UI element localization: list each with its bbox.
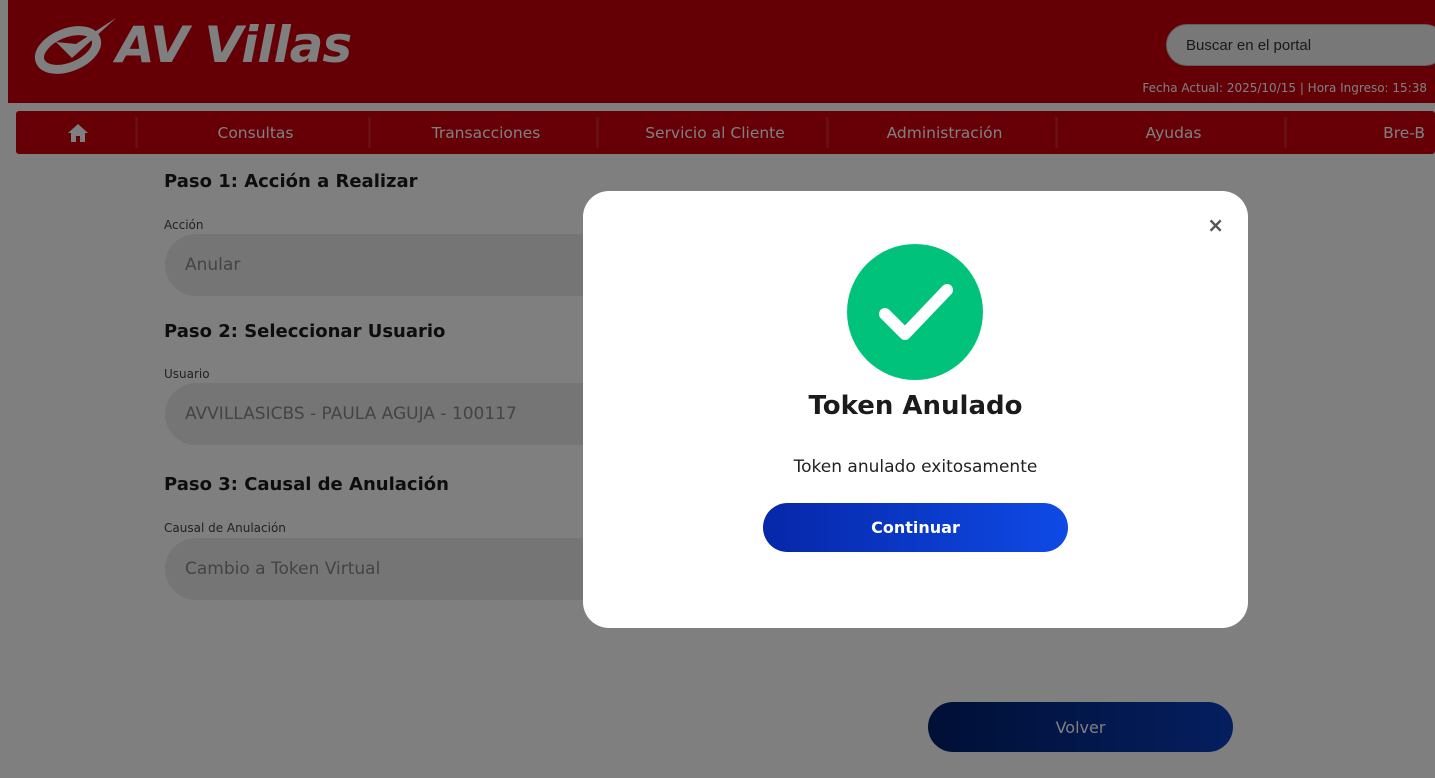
modal-message: Token anulado exitosamente [793,457,1038,477]
continuar-button[interactable]: Continuar [763,503,1068,552]
close-icon[interactable]: × [1207,213,1224,237]
modal-overlay[interactable]: × Token Anulado Token anulado exitosamen… [0,0,1435,778]
success-modal: × Token Anulado Token anulado exitosamen… [583,191,1248,628]
modal-title: Token Anulado [808,391,1023,421]
check-circle-icon [847,244,983,380]
